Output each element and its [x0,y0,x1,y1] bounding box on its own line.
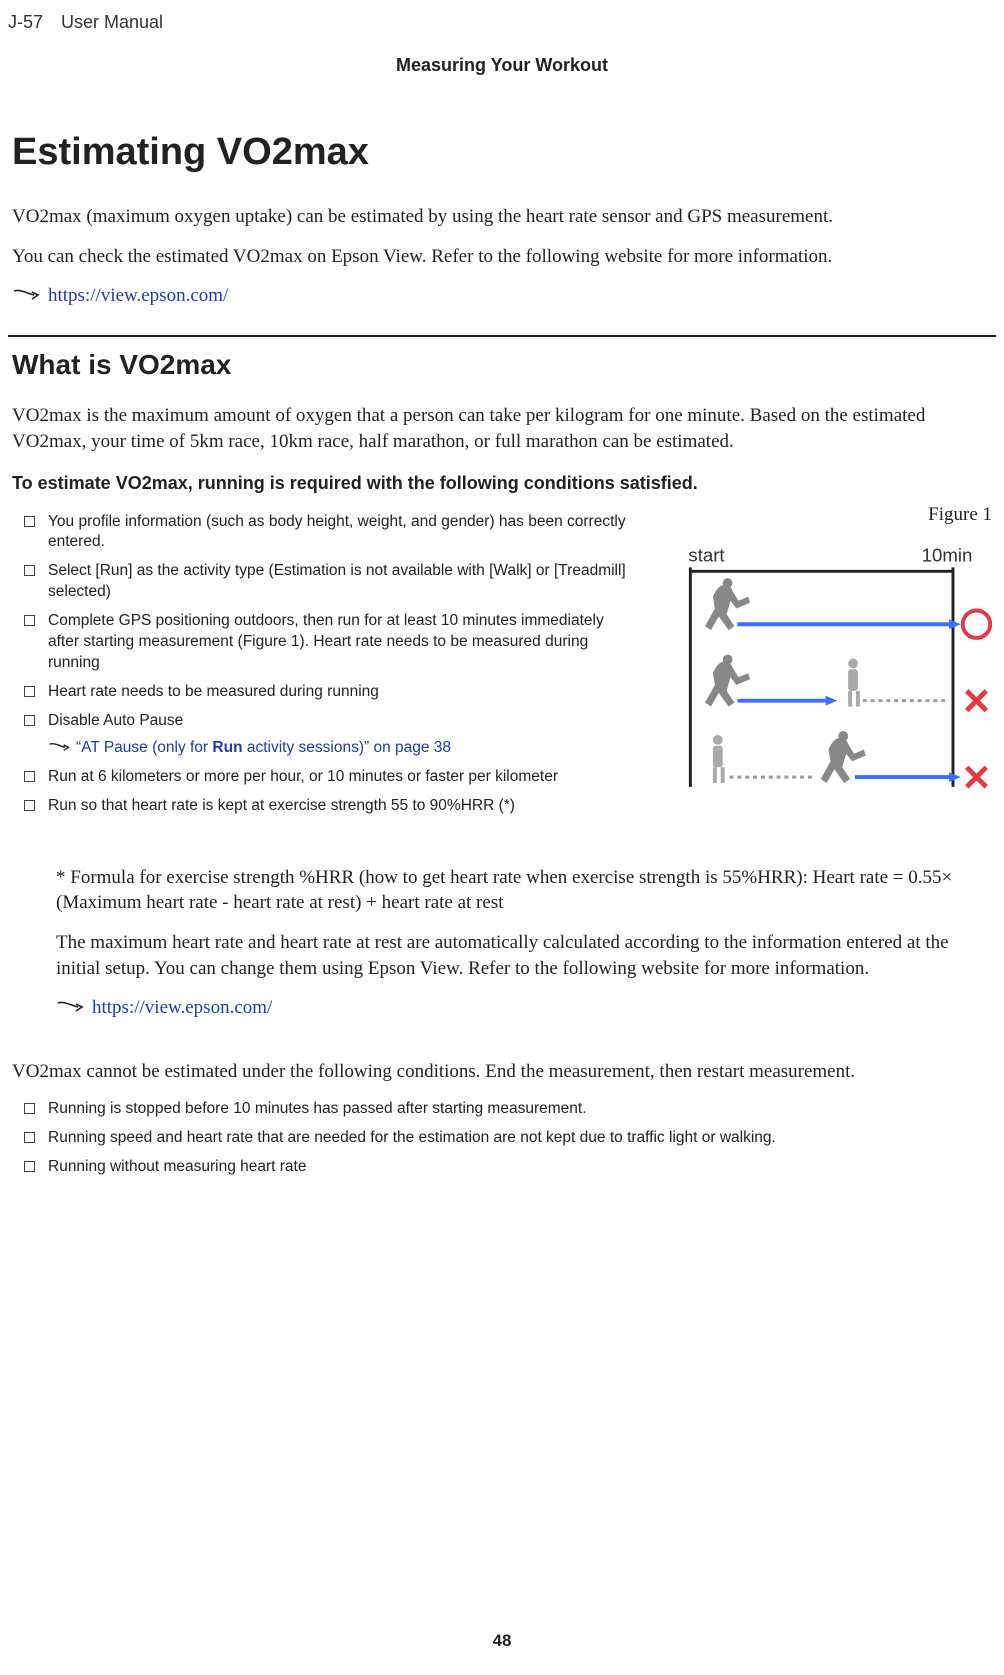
cannot-estimate-paragraph: VO2max cannot be estimated under the fol… [0,1059,1004,1085]
subheading-what-is: What is VO2max [0,349,1004,381]
page-number: 48 [0,1631,1004,1651]
condition-item: Complete GPS positioning outdoors, then … [12,611,639,674]
maxhr-paragraph: The maximum heart rate and heart rate at… [56,930,992,981]
cannot-item: Running speed and heart rate that are ne… [12,1128,992,1149]
manual-label: User Manual [61,12,163,33]
figure-time-label: 10min [921,544,972,565]
reference-icon [56,999,84,1017]
cannot-item: Running is stopped before 10 minutes has… [12,1099,992,1120]
condition-item: Disable Auto Pause “AT Pause (only for R… [12,711,639,759]
cross-icon [967,767,987,787]
intro-paragraph-1: VO2max (maximum oxygen uptake) can be es… [0,204,1004,230]
condition-item: Select [Run] as the activity type (Estim… [12,561,639,603]
at-pause-link[interactable]: “AT Pause (only for Run activity session… [76,738,451,759]
section-divider [8,335,996,337]
reference-icon [48,741,70,755]
condition-text: Disable Auto Pause [48,712,183,729]
conditions-title: To estimate VO2max, running is required … [0,473,1004,494]
page-heading: Estimating VO2max [0,131,1004,174]
ok-icon [963,610,990,637]
condition-item: You profile information (such as body he… [12,512,639,554]
reference-icon [12,287,40,305]
intro-paragraph-2: You can check the estimated VO2max on Ep… [0,244,1004,270]
link-text-post: activity sessions)” on page 38 [243,739,452,756]
epson-view-link-2[interactable]: https://view.epson.com/ [92,997,272,1019]
figure-start-label: start [688,544,725,565]
link-text-run: Run [212,739,242,756]
cross-icon [967,690,987,710]
epson-view-link[interactable]: https://view.epson.com/ [48,285,228,307]
cannot-item: Running without measuring heart rate [12,1157,992,1178]
condition-item: Heart rate needs to be measured during r… [12,682,639,703]
what-is-paragraph: VO2max is the maximum amount of oxygen t… [0,403,1004,454]
section-title: Measuring Your Workout [0,55,1004,76]
formula-paragraph: * Formula for exercise strength %HRR (ho… [56,865,992,916]
figure-caption: Figure 1 [659,504,992,526]
model-code: J-57 [8,12,43,33]
condition-item: Run so that heart rate is kept at exerci… [12,796,639,817]
figure-1-diagram: start 10min [659,538,992,793]
condition-item: Run at 6 kilometers or more per hour, or… [12,767,639,788]
link-text-pre: “AT Pause (only for [76,739,212,756]
